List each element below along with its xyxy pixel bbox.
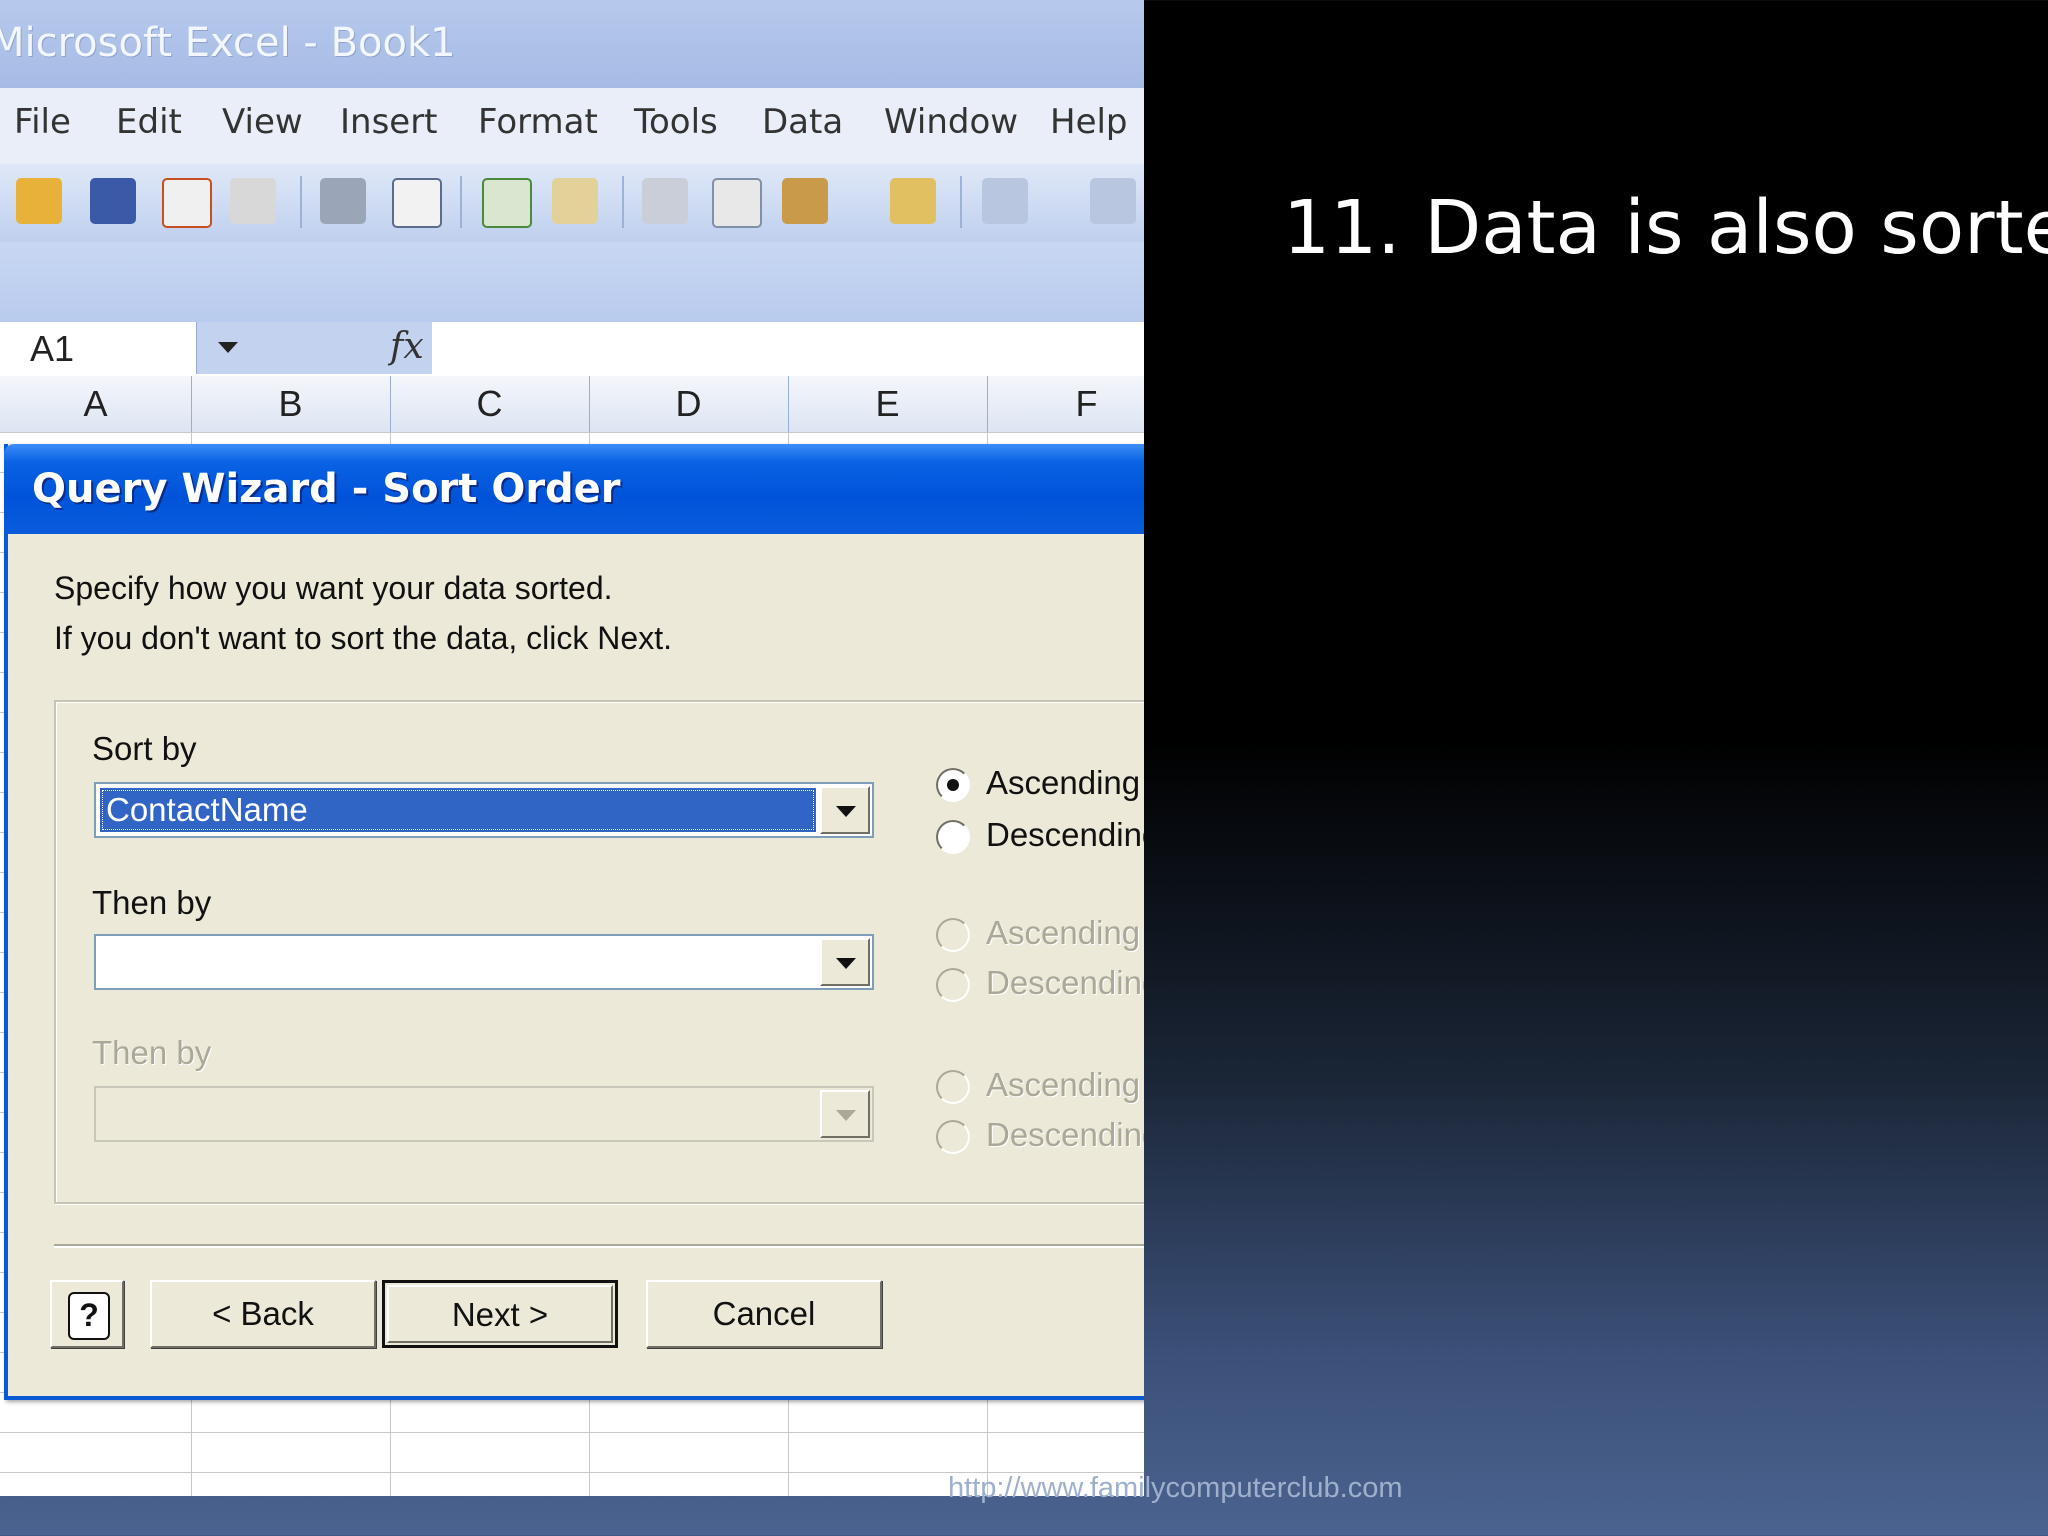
- then-by-descending-radio[interactable]: [936, 968, 970, 1002]
- sort-by-dropdown-button[interactable]: [820, 786, 870, 834]
- column-headers: A B C D E F: [0, 376, 1144, 433]
- then-by-2-ascending-label: Ascending: [986, 1066, 1141, 1103]
- cancel-button[interactable]: Cancel: [646, 1280, 882, 1348]
- next-button[interactable]: Next >: [382, 1280, 618, 1348]
- menu-window[interactable]: Window: [884, 102, 1018, 142]
- formula-input[interactable]: [432, 322, 1144, 374]
- fx-icon[interactable]: fx: [390, 326, 424, 367]
- back-button[interactable]: < Back: [150, 1280, 376, 1348]
- footer-url[interactable]: http://www.familycomputerclub.com: [948, 1472, 1402, 1505]
- instruction-line-2: If you don't want to sort the data, clic…: [54, 620, 672, 656]
- radio-ring: [936, 820, 970, 854]
- chevron-down-icon: [836, 806, 856, 817]
- sort-by-combo[interactable]: ContactName: [94, 782, 874, 838]
- undo-icon[interactable]: [982, 178, 1028, 224]
- column-header-d[interactable]: D: [589, 376, 789, 432]
- then-by-label: Then by: [92, 884, 212, 921]
- column-header-b[interactable]: B: [191, 376, 391, 432]
- divider: [54, 1244, 1144, 1248]
- then-by-2-label: Then by: [92, 1034, 212, 1071]
- radio-selected-dot: [947, 779, 959, 791]
- dialog-title: Query Wizard - Sort Order: [32, 466, 621, 512]
- toolbar-band: [0, 242, 1144, 322]
- sort-by-label: Sort by: [92, 730, 197, 767]
- chevron-down-icon: [836, 958, 856, 969]
- help-button[interactable]: ?: [50, 1280, 124, 1348]
- toolbar-separator: [622, 176, 624, 228]
- then-by-ascending-radio[interactable]: [936, 918, 970, 952]
- help-icon: ?: [68, 1292, 110, 1340]
- standard-toolbar: [0, 164, 1144, 242]
- window-title: Microsoft Excel - Book1: [0, 20, 456, 66]
- then-by-2-descending-label: Descending: [986, 1116, 1144, 1153]
- dialog-title-bar[interactable]: Query Wizard - Sort Order: [4, 444, 1144, 534]
- toolbar-separator: [300, 176, 302, 228]
- then-by-ascending-label: Ascending: [986, 914, 1141, 951]
- menu-data[interactable]: Data: [762, 102, 843, 142]
- paste-icon[interactable]: [782, 178, 828, 224]
- menu-edit[interactable]: Edit: [116, 102, 182, 142]
- menu-file[interactable]: File: [14, 102, 71, 142]
- name-box[interactable]: A1: [0, 322, 197, 374]
- menu-view[interactable]: View: [222, 102, 303, 142]
- radio-ring: [936, 1120, 970, 1154]
- column-header-e[interactable]: E: [788, 376, 988, 432]
- sort-by-descending-radio[interactable]: [936, 820, 970, 854]
- cut-icon[interactable]: [642, 178, 688, 224]
- menu-help[interactable]: Help: [1050, 102, 1128, 142]
- menu-insert[interactable]: Insert: [340, 102, 438, 142]
- sort-by-descending-label: Descending: [986, 816, 1144, 853]
- email-icon[interactable]: [230, 178, 276, 224]
- then-by-descending-label: Descending: [986, 964, 1144, 1001]
- then-by-2-combo[interactable]: [94, 1086, 874, 1142]
- radio-ring: [936, 918, 970, 952]
- menu-bar: File Edit View Insert Format Tools Data …: [0, 88, 1144, 165]
- redo-icon[interactable]: [1090, 178, 1136, 224]
- name-box-value: A1: [30, 328, 75, 369]
- print-icon[interactable]: [320, 178, 366, 224]
- next-button-label: Next >: [387, 1285, 613, 1343]
- radio-ring: [936, 1070, 970, 1104]
- toolbar-separator: [460, 176, 462, 228]
- chevron-down-icon: [836, 1110, 856, 1121]
- query-wizard-dialog: Query Wizard - Sort Order Specify how yo…: [4, 444, 1144, 1400]
- menu-format[interactable]: Format: [478, 102, 598, 142]
- then-by-2-dropdown-button[interactable]: [820, 1090, 870, 1138]
- then-by-2-ascending-radio[interactable]: [936, 1070, 970, 1104]
- formula-bar: A1 fx: [0, 322, 1144, 374]
- print-preview-icon[interactable]: [392, 178, 442, 228]
- column-header-c[interactable]: C: [390, 376, 590, 432]
- excel-screenshot: Microsoft Excel - Book1 File Edit View I…: [0, 0, 1144, 1496]
- open-icon[interactable]: [16, 178, 62, 224]
- radio-ring: [936, 968, 970, 1002]
- research-icon[interactable]: [552, 178, 598, 224]
- format-painter-icon[interactable]: [890, 178, 936, 224]
- excel-title-bar: Microsoft Excel - Book1: [0, 0, 1144, 88]
- spelling-icon[interactable]: [482, 178, 532, 228]
- save-icon[interactable]: [90, 178, 136, 224]
- copy-icon[interactable]: [712, 178, 762, 228]
- chevron-down-icon[interactable]: [218, 342, 238, 353]
- sort-by-ascending-radio[interactable]: [936, 768, 970, 802]
- column-header-a[interactable]: A: [0, 376, 192, 432]
- then-by-2-descending-radio[interactable]: [936, 1120, 970, 1154]
- sort-by-value: ContactName: [100, 788, 816, 832]
- instruction-line-1: Specify how you want your data sorted.: [54, 570, 613, 606]
- then-by-dropdown-button[interactable]: [820, 938, 870, 986]
- column-header-f[interactable]: F: [987, 376, 1144, 432]
- menu-tools[interactable]: Tools: [634, 102, 718, 142]
- permission-icon[interactable]: [162, 178, 212, 228]
- then-by-combo[interactable]: [94, 934, 874, 990]
- slide-title: 11. Data is also sorted: [1283, 185, 2048, 271]
- sort-by-ascending-label: Ascending: [986, 764, 1141, 801]
- toolbar-separator: [960, 176, 962, 228]
